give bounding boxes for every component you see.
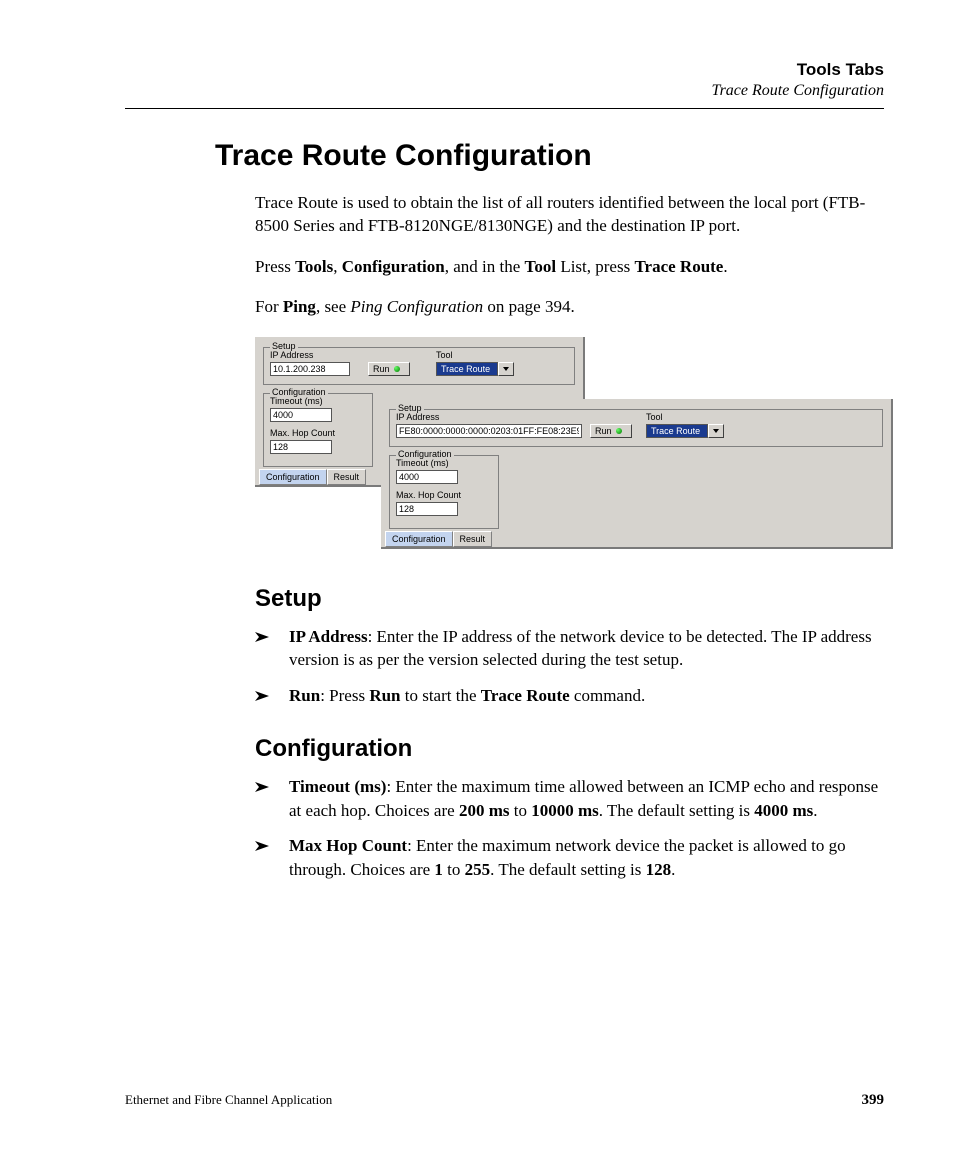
bold: Max Hop Count bbox=[289, 836, 407, 855]
tool-combo[interactable]: Trace Route bbox=[646, 424, 724, 438]
bold: Configuration bbox=[342, 257, 445, 276]
text: . bbox=[813, 801, 817, 820]
run-status-icon bbox=[394, 366, 400, 372]
config-hop-item: Max Hop Count: Enter the maximum network… bbox=[255, 834, 884, 881]
header-title: Tools Tabs bbox=[125, 60, 884, 80]
text: command. bbox=[570, 686, 646, 705]
setup-run-item: Run: Press Run to start the Trace Route … bbox=[255, 684, 884, 707]
tab-configuration[interactable]: Configuration bbox=[259, 469, 327, 485]
max-hop-input[interactable] bbox=[270, 440, 332, 454]
bold: IP Address bbox=[289, 627, 368, 646]
bold: Tools bbox=[295, 257, 333, 276]
bold: 1 bbox=[434, 860, 443, 879]
bold: Ping bbox=[283, 297, 316, 316]
timeout-label: Timeout (ms) bbox=[396, 458, 449, 468]
text: . The default setting is bbox=[599, 801, 755, 820]
page-number: 399 bbox=[862, 1092, 885, 1109]
text: . The default setting is bbox=[490, 860, 646, 879]
press-instruction: Press Tools, Configuration, and in the T… bbox=[255, 255, 884, 278]
run-status-icon bbox=[616, 428, 622, 434]
text: to start the bbox=[401, 686, 481, 705]
italic: Ping Configuration bbox=[350, 297, 483, 316]
setup-ip-item: IP Address: Enter the IP address of the … bbox=[255, 625, 884, 672]
chevron-down-icon bbox=[708, 424, 724, 438]
text: to bbox=[509, 801, 531, 820]
bold: 255 bbox=[465, 860, 491, 879]
page-title: Trace Route Configuration bbox=[215, 139, 884, 173]
tool-label: Tool bbox=[646, 412, 663, 422]
run-button-label: Run bbox=[595, 425, 612, 437]
text: , bbox=[333, 257, 342, 276]
tab-configuration[interactable]: Configuration bbox=[385, 531, 453, 547]
timeout-input[interactable] bbox=[270, 408, 332, 422]
text: For bbox=[255, 297, 283, 316]
configuration-heading: Configuration bbox=[255, 735, 884, 763]
bold: Trace Route bbox=[481, 686, 570, 705]
text: . bbox=[671, 860, 675, 879]
setup-heading: Setup bbox=[255, 585, 884, 613]
ip-address-label: IP Address bbox=[270, 350, 313, 360]
bullet-arrow-icon bbox=[255, 684, 289, 707]
text: : Press bbox=[320, 686, 369, 705]
bullet-arrow-icon bbox=[255, 625, 289, 672]
ip-address-input[interactable] bbox=[396, 424, 582, 438]
max-hop-input[interactable] bbox=[396, 502, 458, 516]
timeout-label: Timeout (ms) bbox=[270, 396, 323, 406]
bold: Timeout (ms) bbox=[289, 777, 386, 796]
bold: 4000 ms bbox=[754, 801, 813, 820]
timeout-input[interactable] bbox=[396, 470, 458, 484]
tab-result[interactable]: Result bbox=[453, 531, 493, 547]
max-hop-label: Max. Hop Count bbox=[270, 428, 335, 438]
panel-ipv6: Setup IP Address Run Tool Trace Route Co… bbox=[381, 399, 893, 549]
text: to bbox=[443, 860, 465, 879]
text: on page 394. bbox=[483, 297, 575, 316]
ping-reference: For Ping, see Ping Configuration on page… bbox=[255, 295, 884, 318]
text: Press bbox=[255, 257, 295, 276]
text: . bbox=[723, 257, 727, 276]
tool-combo-value: Trace Route bbox=[436, 362, 498, 376]
run-button[interactable]: Run bbox=[590, 424, 632, 438]
page-footer: Ethernet and Fibre Channel Application 3… bbox=[125, 1092, 884, 1109]
text: , see bbox=[316, 297, 350, 316]
tool-combo-value: Trace Route bbox=[646, 424, 708, 438]
bold: 200 ms bbox=[459, 801, 510, 820]
bullet-arrow-icon bbox=[255, 834, 289, 881]
bold: Tool bbox=[525, 257, 557, 276]
ip-address-label: IP Address bbox=[396, 412, 439, 422]
ip-address-input[interactable] bbox=[270, 362, 350, 376]
footer-app-name: Ethernet and Fibre Channel Application bbox=[125, 1092, 332, 1109]
text: : Enter the IP address of the network de… bbox=[289, 627, 872, 669]
bold: Run bbox=[289, 686, 320, 705]
bold: Run bbox=[369, 686, 400, 705]
chevron-down-icon bbox=[498, 362, 514, 376]
header-rule bbox=[125, 108, 884, 109]
tab-result[interactable]: Result bbox=[327, 469, 367, 485]
text: , and in the bbox=[445, 257, 525, 276]
bullet-arrow-icon bbox=[255, 775, 289, 822]
header-subtitle: Trace Route Configuration bbox=[125, 82, 884, 100]
intro-paragraph: Trace Route is used to obtain the list o… bbox=[255, 191, 884, 238]
screenshots-illustration: Setup IP Address Run Tool Trace Route Co… bbox=[255, 337, 884, 557]
run-button[interactable]: Run bbox=[368, 362, 410, 376]
bold: 10000 ms bbox=[531, 801, 599, 820]
tool-label: Tool bbox=[436, 350, 453, 360]
bold: 128 bbox=[646, 860, 672, 879]
config-timeout-item: Timeout (ms): Enter the maximum time all… bbox=[255, 775, 884, 822]
text: List, press bbox=[556, 257, 634, 276]
run-button-label: Run bbox=[373, 363, 390, 375]
tool-combo[interactable]: Trace Route bbox=[436, 362, 514, 376]
bold: Trace Route bbox=[634, 257, 723, 276]
max-hop-label: Max. Hop Count bbox=[396, 490, 461, 500]
